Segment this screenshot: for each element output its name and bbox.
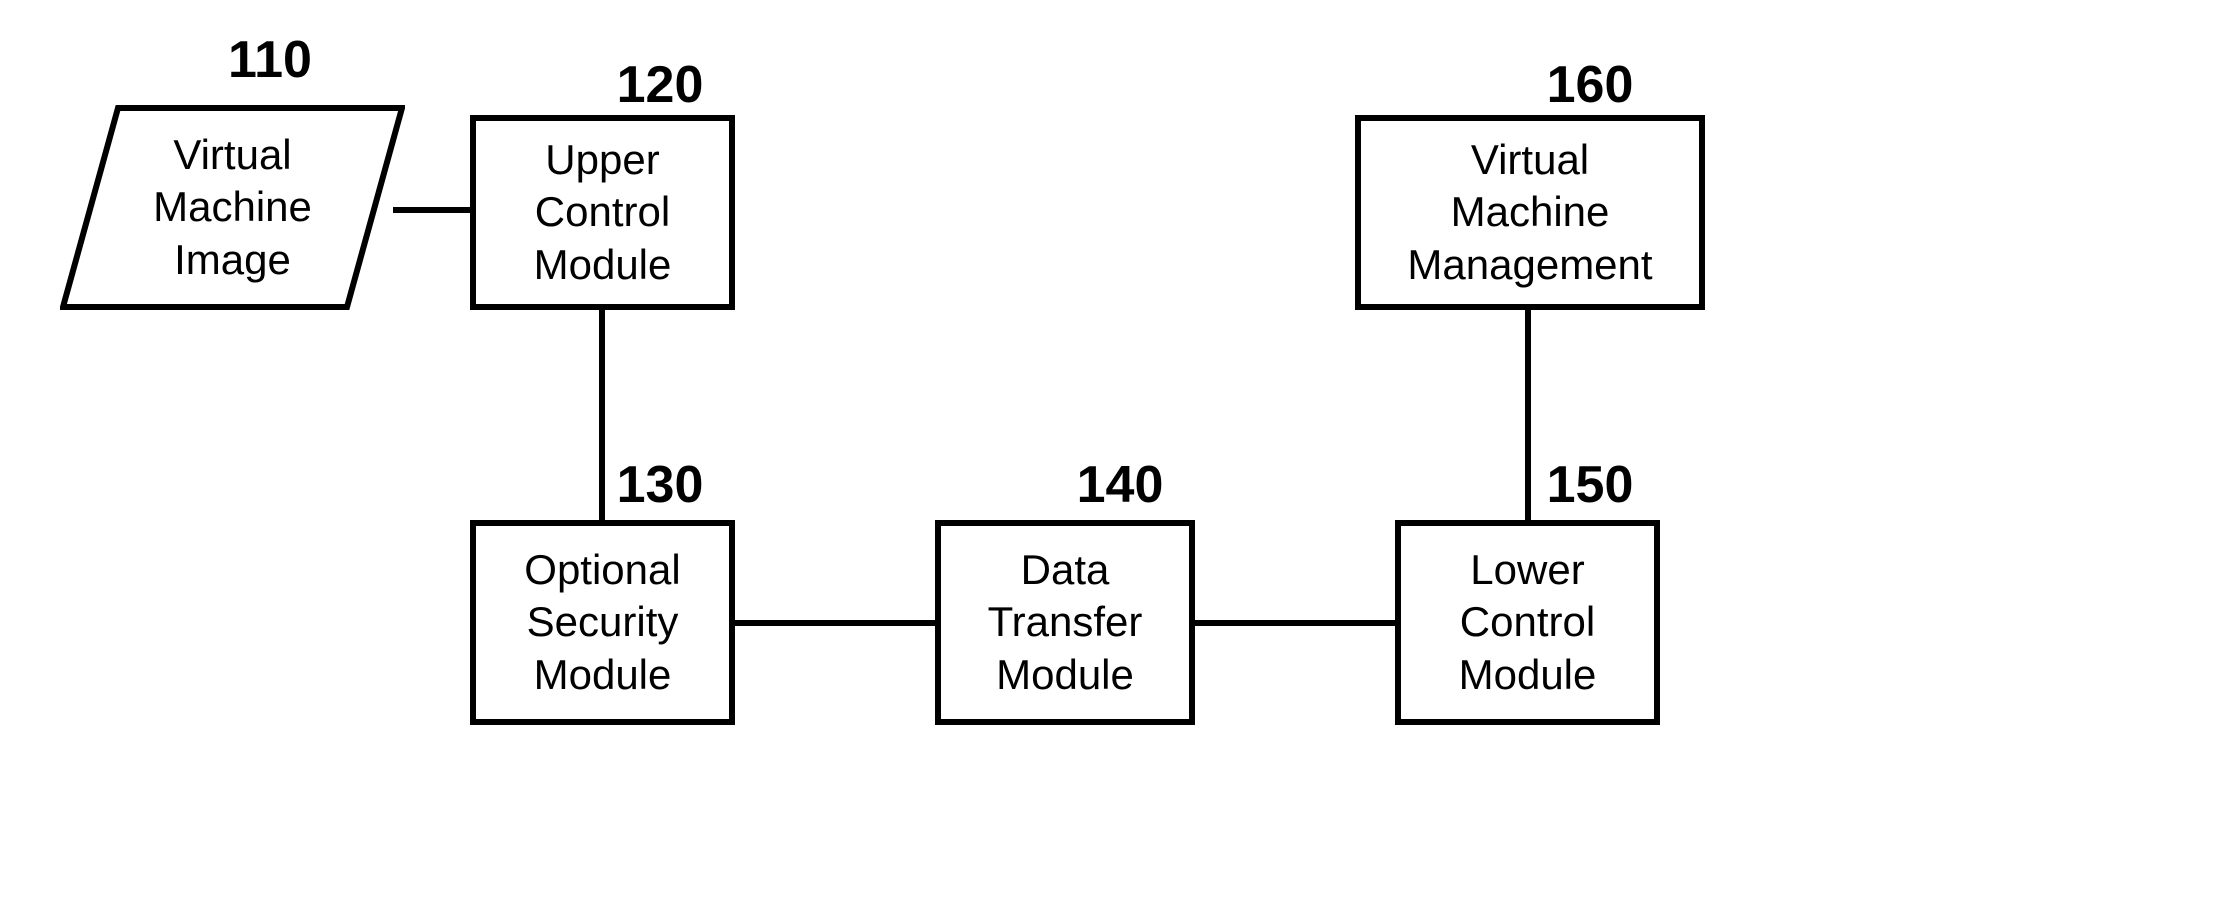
ref-130: 130 bbox=[600, 455, 720, 515]
ref-140: 140 bbox=[1060, 455, 1180, 515]
node-vm-image-label: VirtualMachineImage bbox=[60, 105, 405, 310]
node-lower-control-label: LowerControlModule bbox=[1459, 544, 1597, 702]
node-security-label: OptionalSecurityModule bbox=[524, 544, 680, 702]
node-lower-control: LowerControlModule bbox=[1395, 520, 1660, 725]
node-security: OptionalSecurityModule bbox=[470, 520, 735, 725]
node-vm-management-label: VirtualMachineManagement bbox=[1407, 134, 1652, 292]
node-data-transfer: DataTransferModule bbox=[935, 520, 1195, 725]
ref-150: 150 bbox=[1530, 455, 1650, 515]
node-data-transfer-label: DataTransferModule bbox=[988, 544, 1143, 702]
edge-110-120 bbox=[393, 207, 470, 213]
edge-150-160 bbox=[1525, 310, 1531, 520]
node-upper-control: UpperControlModule bbox=[470, 115, 735, 310]
node-vm-image: VirtualMachineImage bbox=[60, 105, 405, 310]
ref-160: 160 bbox=[1530, 55, 1650, 115]
ref-110: 110 bbox=[210, 30, 330, 90]
edge-130-140 bbox=[735, 620, 935, 626]
diagram-canvas: 110 120 130 140 150 160 VirtualMachineIm… bbox=[0, 0, 2231, 914]
edge-120-130 bbox=[599, 310, 605, 520]
edge-140-150 bbox=[1195, 620, 1395, 626]
node-upper-control-label: UpperControlModule bbox=[534, 134, 672, 292]
ref-120: 120 bbox=[600, 55, 720, 115]
node-vm-management: VirtualMachineManagement bbox=[1355, 115, 1705, 310]
